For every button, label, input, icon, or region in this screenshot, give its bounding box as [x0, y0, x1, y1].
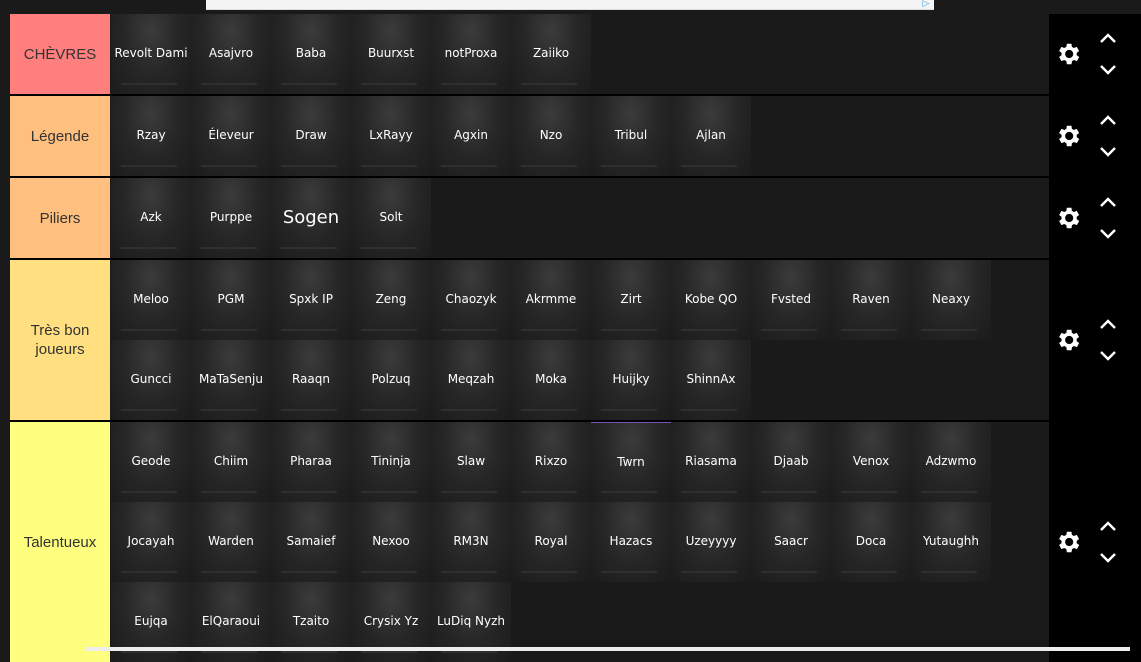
gear-icon[interactable] — [1054, 122, 1082, 150]
tier-item[interactable]: Doca — [831, 502, 911, 582]
tier-item[interactable]: Fvsted — [751, 260, 831, 340]
tier-items: Rzay Éleveur Draw LxRayy Agxin Nzo Tribul Ajlan — [111, 96, 1049, 176]
tier-label[interactable]: Très bon joueurs — [10, 260, 110, 420]
tier-item[interactable]: Zaiiko — [511, 14, 591, 94]
tier-items: Geode Chiim Pharaa Tininja Slaw Rixzo Twrn Rias… — [111, 422, 1049, 662]
tier-label[interactable]: CHÈVRES — [10, 14, 110, 94]
tier-item[interactable]: Tribul — [591, 96, 671, 176]
tier-item[interactable]: Solt — [351, 178, 431, 258]
tier-item[interactable]: Uzeyyyy — [671, 502, 751, 582]
chevron-up-icon[interactable] — [1097, 519, 1119, 533]
tier-item[interactable]: Raven — [831, 260, 911, 340]
tier-item[interactable]: Ajlan — [671, 96, 751, 176]
chevron-up-icon[interactable] — [1097, 317, 1119, 331]
tier-item[interactable]: Hazacs — [591, 502, 671, 582]
tier-item[interactable]: Royal — [511, 502, 591, 582]
tier-item[interactable]: Buurxst — [351, 14, 431, 94]
tier-item[interactable]: Chiim — [191, 422, 271, 502]
tier-item[interactable]: Akrmme — [511, 260, 591, 340]
tier-item[interactable]: Chaozyk — [431, 260, 511, 340]
tier-item[interactable]: Baba — [271, 14, 351, 94]
tier-item[interactable]: Jocayah — [111, 502, 191, 582]
tier-item[interactable]: Zirt — [591, 260, 671, 340]
tier-item[interactable]: Samaief — [271, 502, 351, 582]
chevron-up-icon[interactable] — [1097, 31, 1119, 45]
tier-item[interactable]: Geode — [111, 422, 191, 502]
tier-list: CHÈVRES Revolt Dami Asajvro Baba Buurxst notP… — [10, 14, 1141, 662]
tier-row: Talentueux Geode Chiim Pharaa Tininja Slaw Rix… — [10, 422, 1141, 662]
tier-item[interactable]: Sogen — [271, 178, 351, 258]
bottom-strip — [85, 647, 1130, 651]
tier-item[interactable]: PGM — [191, 260, 271, 340]
tier-items: Revolt Dami Asajvro Baba Buurxst notProxa Zai… — [111, 14, 1049, 94]
chevron-down-icon[interactable] — [1097, 63, 1119, 77]
tier-label[interactable]: Légende — [10, 96, 110, 176]
tier-item[interactable]: Purppe — [191, 178, 271, 258]
tier-item[interactable]: notProxa — [431, 14, 511, 94]
tier-item[interactable]: Guncci — [111, 340, 191, 420]
tier-item[interactable]: Venox — [831, 422, 911, 502]
tier-item[interactable]: Kobe QO — [671, 260, 751, 340]
chevron-up-icon[interactable] — [1097, 113, 1119, 127]
tier-item[interactable]: Polzuq — [351, 340, 431, 420]
gear-icon[interactable] — [1054, 40, 1082, 68]
tier-item[interactable]: Slaw — [431, 422, 511, 502]
tier-controls — [1049, 260, 1141, 420]
chevron-down-icon[interactable] — [1097, 227, 1119, 241]
tier-row: CHÈVRES Revolt Dami Asajvro Baba Buurxst notP… — [10, 14, 1141, 94]
tier-item[interactable]: Nexoo — [351, 502, 431, 582]
tier-item[interactable]: Spxk IP — [271, 260, 351, 340]
tier-item[interactable]: Zeng — [351, 260, 431, 340]
gear-icon[interactable] — [1054, 326, 1082, 354]
tier-item[interactable]: Huijky — [591, 340, 671, 420]
tier-item[interactable]: Revolt Dami — [111, 14, 191, 94]
tier-label[interactable]: Piliers — [10, 178, 110, 258]
tier-item[interactable]: Azk — [111, 178, 191, 258]
tier-items: Azk Purppe Sogen Solt — [111, 178, 1049, 258]
ad-banner[interactable]: ▷ — [206, 0, 934, 10]
tier-item[interactable]: Meqzah — [431, 340, 511, 420]
tier-row: Très bon joueurs Meloo PGM Spxk IP Zeng Chaoz… — [10, 260, 1141, 420]
chevron-down-icon[interactable] — [1097, 551, 1119, 565]
tier-item[interactable]: RM3N — [431, 502, 511, 582]
tier-controls — [1049, 178, 1141, 258]
tier-item[interactable]: Djaab — [751, 422, 831, 502]
tier-item[interactable]: Twrn — [591, 422, 671, 502]
tier-item[interactable]: MaTaSenju — [191, 340, 271, 420]
tier-item[interactable]: Yutaughh — [911, 502, 991, 582]
tier-item[interactable]: Meloo — [111, 260, 191, 340]
tier-controls — [1049, 96, 1141, 176]
tier-controls — [1049, 14, 1141, 94]
tier-item[interactable]: Asajvro — [191, 14, 271, 94]
tier-item[interactable]: Agxin — [431, 96, 511, 176]
tier-item[interactable]: Rixzo — [511, 422, 591, 502]
tier-item[interactable]: Raaqn — [271, 340, 351, 420]
chevron-down-icon[interactable] — [1097, 145, 1119, 159]
chevron-down-icon[interactable] — [1097, 349, 1119, 363]
tier-item[interactable]: ShinnAx — [671, 340, 751, 420]
tier-item[interactable]: Riasama — [671, 422, 751, 502]
gear-icon[interactable] — [1054, 528, 1082, 556]
tier-item[interactable]: Nzo — [511, 96, 591, 176]
tier-item[interactable]: LxRayy — [351, 96, 431, 176]
tier-item[interactable]: Moka — [511, 340, 591, 420]
adchoices-icon[interactable]: ▷ — [920, 0, 932, 9]
gear-icon[interactable] — [1054, 204, 1082, 232]
tier-row: Piliers Azk Purppe Sogen Solt — [10, 178, 1141, 258]
tier-item[interactable]: Saacr — [751, 502, 831, 582]
tier-label[interactable]: Talentueux — [10, 422, 110, 662]
tier-item[interactable]: Warden — [191, 502, 271, 582]
tier-controls — [1049, 422, 1141, 662]
tier-item[interactable]: Pharaa — [271, 422, 351, 502]
tier-item[interactable]: Rzay — [111, 96, 191, 176]
tier-row: Légende Rzay Éleveur Draw LxRayy Agxin Nzo Trib… — [10, 96, 1141, 176]
tier-item[interactable]: Tininja — [351, 422, 431, 502]
tier-items: Meloo PGM Spxk IP Zeng Chaozyk Akrmme Zirt Kobe… — [111, 260, 1049, 420]
tier-item[interactable]: Neaxy — [911, 260, 991, 340]
tier-item[interactable]: Draw — [271, 96, 351, 176]
chevron-up-icon[interactable] — [1097, 195, 1119, 209]
tier-item[interactable]: Éleveur — [191, 96, 271, 176]
tier-item[interactable]: Adzwmo — [911, 422, 991, 502]
